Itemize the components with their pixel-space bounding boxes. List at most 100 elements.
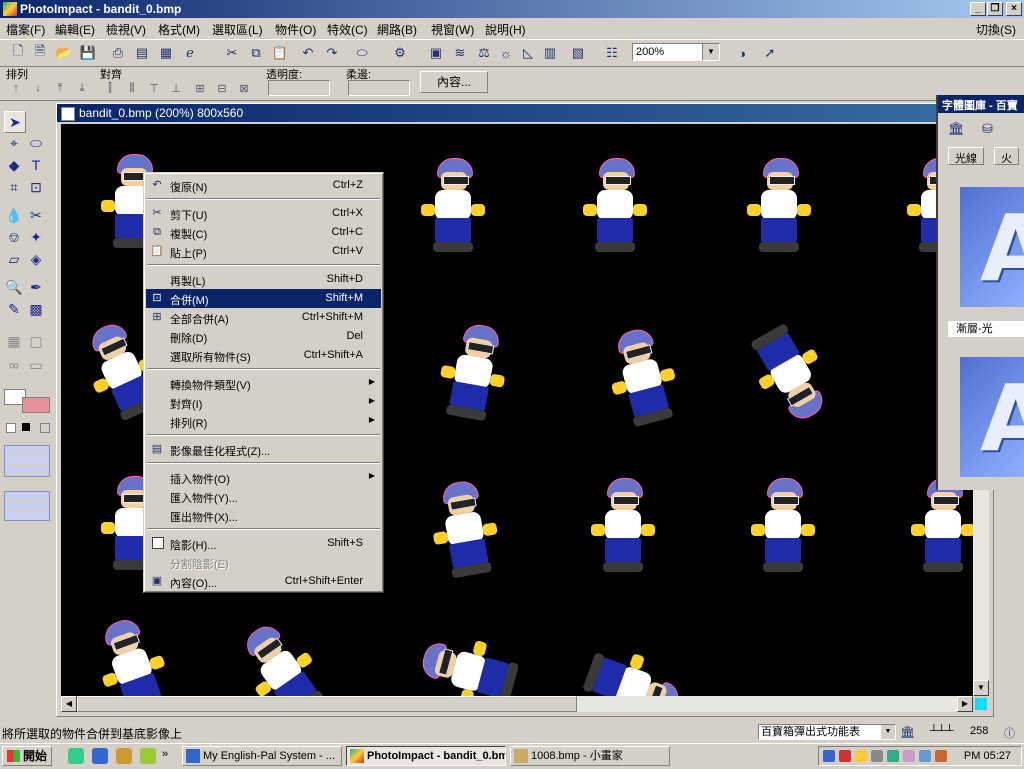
align-top-icon[interactable]: ⊤ [146, 80, 162, 96]
print-preview-icon[interactable]: ▤ [132, 43, 152, 63]
scroll-down-icon[interactable]: ▼ [973, 680, 989, 696]
visual-icon[interactable]: ◑ [732, 43, 752, 63]
stamp-tool-icon[interactable]: ▩ [26, 299, 46, 319]
menu-item-delete[interactable]: 刪除(D) Del [146, 327, 381, 346]
clock[interactable]: PM 05:27 [964, 750, 1011, 762]
ruler-tool-icon[interactable]: ▭ [26, 355, 46, 375]
horizontal-scroll-thumb[interactable] [77, 696, 577, 712]
shape-tool-icon[interactable]: ◆ [4, 155, 24, 175]
gallery-thumbnail-1[interactable]: A [960, 187, 1024, 307]
center-h-icon[interactable]: ⊞ [192, 80, 208, 96]
center-both-icon[interactable]: ⊠ [236, 80, 252, 96]
tray-icon[interactable] [887, 750, 899, 762]
menu-item-insert-object[interactable]: 插入物件(O) ▶ [146, 468, 381, 487]
format-icon[interactable]: ⚖ [474, 43, 494, 63]
menu-window[interactable]: 視窗(W) [431, 21, 474, 38]
task-photoimpact[interactable]: PhotoImpact - bandit_0.bmp [346, 746, 506, 766]
tray-icon[interactable] [839, 750, 851, 762]
frame-tool-icon[interactable]: ▢ [26, 331, 46, 351]
channel-selector[interactable] [4, 445, 50, 477]
document-icon[interactable] [61, 107, 75, 121]
chart-icon[interactable]: ◺ [518, 43, 538, 63]
eraser-icon[interactable]: ▱ [4, 249, 24, 269]
effects-icon[interactable]: ⬭ [352, 43, 372, 63]
tray-icon[interactable] [903, 750, 915, 762]
fill-bucket-icon[interactable]: ◈ [26, 249, 46, 269]
print-icon[interactable]: ⎙ [108, 43, 128, 63]
transform-tool-icon[interactable]: ⊡ [26, 177, 46, 197]
menu-help[interactable]: 說明(H) [485, 21, 526, 38]
tray-icon[interactable] [855, 750, 867, 762]
gray-swatch[interactable] [40, 423, 50, 433]
scroll-right-icon[interactable]: ▶ [957, 696, 973, 712]
gallery-thumbnail-2[interactable]: A [960, 357, 1024, 477]
background-color-swatch[interactable] [22, 397, 50, 413]
open-folder-icon[interactable]: 📂 [54, 43, 74, 63]
tray-icon[interactable] [823, 750, 835, 762]
brightness-icon[interactable]: ☼ [496, 43, 516, 63]
menu-object[interactable]: 物件(O) [275, 21, 316, 38]
tray-icon[interactable] [935, 750, 947, 762]
tray-icon[interactable] [919, 750, 931, 762]
start-button[interactable]: 開始 [2, 746, 52, 766]
desktop-icon[interactable] [116, 748, 132, 764]
menu-item-duplicate[interactable]: 再製(L) Shift+D [146, 270, 381, 289]
menu-item-paste[interactable]: 📋 貼上(P) Ctrl+V [146, 242, 381, 261]
arrange-bottom-icon[interactable]: ⤓ [74, 80, 90, 96]
close-button[interactable]: × [1006, 2, 1022, 16]
task-paint[interactable]: 1008.bmp - 小畫家 [510, 746, 670, 766]
text-tool-icon[interactable]: T [26, 155, 46, 175]
arrange-up-icon[interactable]: ↑ [8, 80, 24, 96]
black-swatch[interactable] [22, 423, 30, 431]
internet-explorer-icon[interactable] [92, 748, 108, 764]
menu-item-arrange[interactable]: 排列(R) ▶ [146, 412, 381, 431]
document-title-bar[interactable]: bandit_0.bmp (200%) 800x560 [57, 104, 993, 122]
panel-title-bar[interactable]: 字體圖庫 - 百寶 [938, 95, 1024, 113]
new-file-icon[interactable]: 🗋 [8, 43, 28, 63]
menu-web[interactable]: 網路(B) [377, 21, 417, 38]
menu-edit[interactable]: 編輯(E) [55, 21, 95, 38]
pick-tool-icon[interactable]: ➤ [4, 111, 26, 133]
horizontal-scrollbar[interactable]: ◀ ▶ [61, 696, 973, 712]
menu-item-undo[interactable]: ↶ 復原(N) Ctrl+Z [146, 176, 381, 195]
volume-icon[interactable] [871, 750, 883, 762]
tab-fire[interactable]: 火 [994, 147, 1019, 165]
center-v-icon[interactable]: ⊟ [214, 80, 230, 96]
scan-icon[interactable]: ▦ [156, 43, 176, 63]
opacity-spinner[interactable] [268, 80, 330, 96]
copy-icon[interactable]: ⧉ [246, 43, 266, 63]
arrange-down-icon[interactable]: ↓ [30, 80, 46, 96]
menu-item-cut[interactable]: ✂ 剪下(U) Ctrl+X [146, 204, 381, 223]
easypalette-popup-combo[interactable]: 百寶箱彈出式功能表 ▼ [758, 724, 896, 740]
retouch-tool-icon[interactable]: ✂ [26, 205, 46, 225]
paste-icon[interactable]: 📋 [270, 43, 290, 63]
lasso-icon[interactable]: ⌖ [4, 133, 24, 153]
tab-light[interactable]: 光線 [948, 147, 984, 165]
restore-button[interactable]: ❐ [987, 2, 1003, 16]
menu-item-image-optimizer[interactable]: ▤ 影像最佳化程式(Z)... [146, 440, 381, 459]
document-icon[interactable]: ▣ [426, 43, 446, 63]
task-english-pal[interactable]: My English-Pal System - ... [182, 746, 342, 766]
bmp-icon[interactable]: ▧ [568, 43, 588, 63]
info-icon[interactable]: ⓘ [1004, 725, 1015, 741]
library-icon[interactable]: ⛁ [982, 121, 1002, 139]
align-left-icon[interactable]: ⫿ [102, 80, 118, 96]
gallery-icon[interactable]: 🏛 [900, 725, 915, 739]
menu-item-import-object[interactable]: 匯入物件(Y)... [146, 487, 381, 506]
redo-icon[interactable]: ↷ [322, 43, 342, 63]
menu-item-properties[interactable]: ▣ 內容(O)... Ctrl+Shift+Enter [146, 572, 381, 591]
menu-format[interactable]: 格式(M) [158, 21, 200, 38]
arrange-top-icon[interactable]: ⤒ [52, 80, 68, 96]
menu-item-align[interactable]: 對齊(I) ▶ [146, 393, 381, 412]
save-icon[interactable]: 💾 [78, 43, 98, 63]
properties-button[interactable]: 內容... [420, 71, 488, 93]
paint-brush-icon[interactable]: ✎ [4, 299, 24, 319]
chevron-down-icon[interactable]: ▼ [702, 44, 719, 60]
minimize-button[interactable]: _ [970, 2, 986, 16]
soft-edge-spinner[interactable] [348, 80, 410, 96]
navigator-icon[interactable] [975, 698, 987, 710]
menu-selection[interactable]: 選取區(L) [212, 21, 263, 38]
app-title-bar[interactable]: PhotoImpact - bandit_0.bmp _ ❐ × [0, 0, 1024, 18]
page-icon[interactable]: ▥ [540, 43, 560, 63]
eyedropper-icon[interactable]: ✒ [26, 277, 46, 297]
